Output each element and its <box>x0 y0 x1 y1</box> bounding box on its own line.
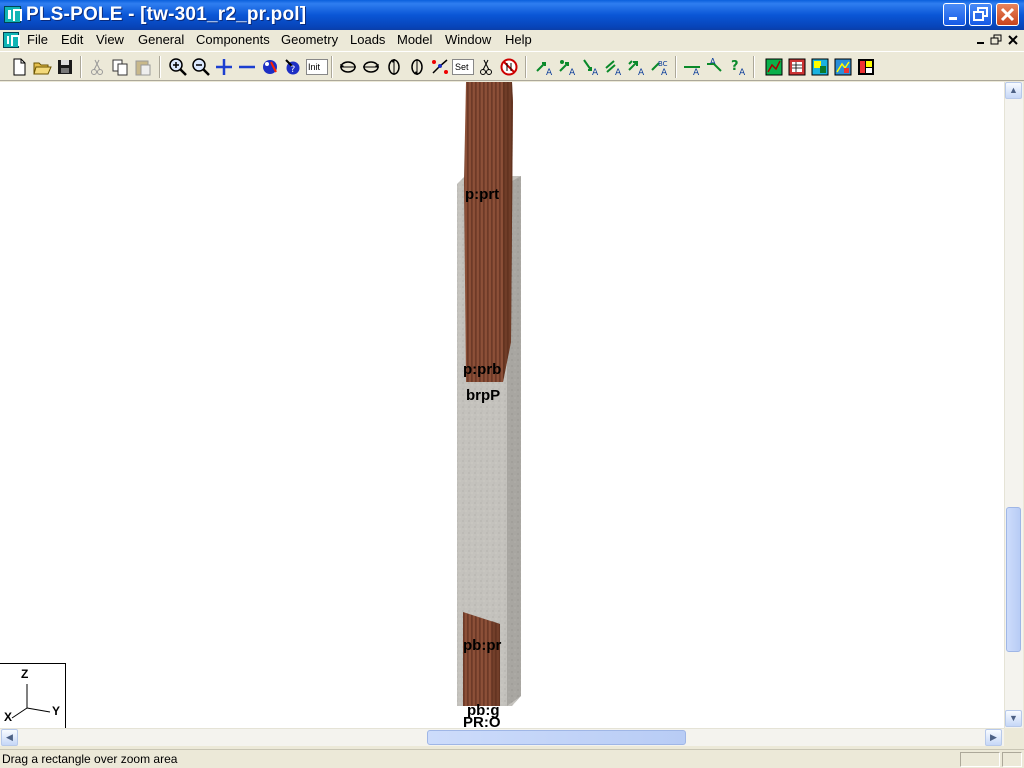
status-pane-1 <box>960 752 1000 767</box>
report-graph-icon[interactable] <box>763 56 785 78</box>
scroll-corner <box>1004 728 1024 748</box>
svg-text:?: ? <box>731 59 739 74</box>
svg-text:A: A <box>739 68 746 78</box>
status-bar: Drag a rectangle over zoom area <box>0 749 1024 768</box>
save-icon[interactable] <box>54 56 76 78</box>
mdi-minimize-icon[interactable] <box>973 33 988 47</box>
axis-triad: Z X Y <box>0 663 66 728</box>
query-icon[interactable]: ? <box>282 56 304 78</box>
svg-text:BC: BC <box>658 60 668 68</box>
node-label-pbpr[interactable]: pb:pr <box>463 637 501 654</box>
restore-button[interactable] <box>969 3 992 26</box>
menu-general[interactable]: General <box>138 32 184 47</box>
axis-z-label: Z <box>21 667 29 681</box>
svg-text:A: A <box>592 68 599 78</box>
svg-text:A: A <box>710 57 716 66</box>
horizontal-scrollbar[interactable]: ◀ ▶ <box>0 728 1004 746</box>
app-icon[interactable] <box>4 6 22 23</box>
axis-y-label: Y <box>52 704 61 718</box>
set-button[interactable]: Set <box>452 56 474 78</box>
report-table-icon[interactable] <box>786 56 808 78</box>
pan-plus-icon[interactable] <box>213 56 235 78</box>
svg-text:A: A <box>615 68 622 78</box>
pole-drawing <box>457 82 521 706</box>
load-case-d-icon[interactable]: A <box>603 56 625 78</box>
angled-load-icon[interactable]: A <box>704 56 726 78</box>
report-map-icon[interactable] <box>832 56 854 78</box>
set-label: Set <box>455 62 469 72</box>
vertical-scroll-thumb[interactable] <box>1006 507 1021 652</box>
rotate-right-icon[interactable] <box>360 56 382 78</box>
menu-loads[interactable]: Loads <box>350 32 385 47</box>
menu-window[interactable]: Window <box>445 32 491 47</box>
scroll-down-icon[interactable]: ▼ <box>1005 710 1022 727</box>
vertical-scrollbar[interactable]: ▲ ▼ <box>1004 82 1023 728</box>
node-label-prb[interactable]: p:prb <box>463 361 501 378</box>
load-case-f-icon[interactable]: BC A <box>649 56 671 78</box>
stop-icon[interactable] <box>498 56 520 78</box>
load-case-c-icon[interactable]: A <box>580 56 602 78</box>
menu-model[interactable]: Model <box>397 32 432 47</box>
menu-geometry[interactable]: Geometry <box>281 32 338 47</box>
status-message: Drag a rectangle over zoom area <box>2 752 178 766</box>
title-bar[interactable]: PLS-POLE - [tw-301_r2_pr.pol] <box>0 0 1024 30</box>
report-view-icon[interactable] <box>809 56 831 78</box>
cut-icon[interactable] <box>86 56 108 78</box>
app-window: PLS-POLE - [tw-301_r2_pr.pol] File Edit … <box>0 0 1024 768</box>
menu-view[interactable]: View <box>96 32 124 47</box>
scroll-right-icon[interactable]: ▶ <box>985 729 1002 746</box>
toolbar: ? Init Set A A A A A BC A A A ? A <box>0 51 1024 81</box>
pan-minus-icon[interactable] <box>236 56 258 78</box>
svg-text:A: A <box>569 68 576 78</box>
upper-wood-pole[interactable] <box>464 82 513 382</box>
svg-text:A: A <box>693 68 700 78</box>
node-label-brpp[interactable]: brpP <box>466 387 500 404</box>
menu-help[interactable]: Help <box>505 32 532 47</box>
menu-edit[interactable]: Edit <box>61 32 83 47</box>
svg-text:A: A <box>661 68 668 78</box>
svg-text:A: A <box>546 68 553 78</box>
report-panel-icon[interactable] <box>855 56 877 78</box>
load-case-e-icon[interactable]: A <box>626 56 648 78</box>
axis-x-label: X <box>4 710 13 724</box>
window-title: PLS-POLE - [tw-301_r2_pr.pol] <box>26 4 307 25</box>
zoom-out-icon[interactable] <box>190 56 212 78</box>
lower-wood-pole[interactable] <box>463 612 500 706</box>
rotate-left-icon[interactable] <box>337 56 359 78</box>
info-icon[interactable] <box>259 56 281 78</box>
new-file-icon[interactable] <box>8 56 30 78</box>
model-canvas[interactable]: p:prt p:prb brpP pb:pr pb:g PR:O Z X Y <box>0 82 1004 728</box>
load-query-icon[interactable]: ? A <box>727 56 749 78</box>
init-button[interactable]: Init <box>306 56 328 78</box>
paste-icon[interactable] <box>132 56 154 78</box>
horizontal-scroll-thumb[interactable] <box>427 730 686 745</box>
scroll-left-icon[interactable]: ◀ <box>1 729 18 746</box>
load-case-a-icon[interactable]: A <box>534 56 556 78</box>
node-label-prt[interactable]: p:prt <box>465 186 499 203</box>
wire-load-icon[interactable]: A <box>681 56 703 78</box>
view-node-icon[interactable] <box>429 56 451 78</box>
rotate-up-icon[interactable] <box>383 56 405 78</box>
document-icon[interactable] <box>3 32 20 48</box>
node-label-pro[interactable]: PR:O <box>463 714 501 728</box>
status-pane-2 <box>1002 752 1022 767</box>
copy-icon[interactable] <box>109 56 131 78</box>
scissors-icon[interactable] <box>475 56 497 78</box>
close-button[interactable] <box>996 3 1019 26</box>
zoom-in-icon[interactable] <box>167 56 189 78</box>
svg-text:?: ? <box>291 65 296 75</box>
svg-text:A: A <box>638 68 645 78</box>
mdi-close-icon[interactable] <box>1006 33 1021 47</box>
rotate-down-icon[interactable] <box>406 56 428 78</box>
open-folder-icon[interactable] <box>31 56 53 78</box>
init-label: Init <box>308 62 321 72</box>
load-case-b-icon[interactable]: A <box>557 56 579 78</box>
menu-bar: File Edit View General Components Geomet… <box>0 30 1024 50</box>
menu-file[interactable]: File <box>27 32 48 47</box>
mdi-restore-icon[interactable] <box>989 33 1004 47</box>
minimize-button[interactable] <box>943 3 966 26</box>
scroll-up-icon[interactable]: ▲ <box>1005 82 1022 99</box>
menu-components[interactable]: Components <box>196 32 270 47</box>
